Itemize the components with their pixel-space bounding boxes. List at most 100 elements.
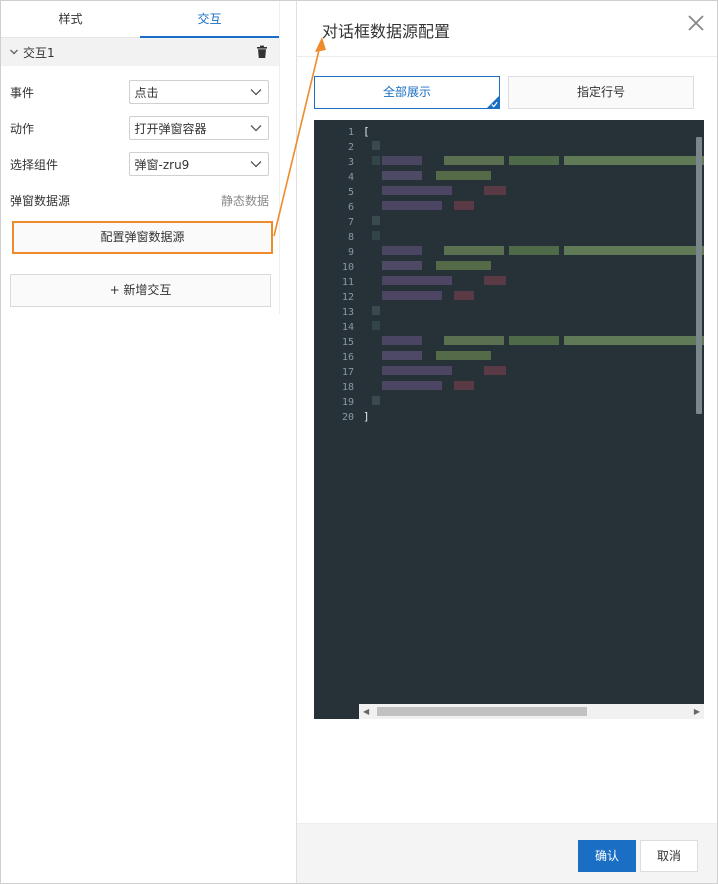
mode-line-number-button[interactable]: 指定行号 bbox=[508, 76, 694, 109]
line-number: 7 bbox=[347, 217, 354, 228]
tab-style[interactable]: 样式 bbox=[1, 1, 140, 37]
obscured-code-block bbox=[484, 186, 506, 195]
tab-interaction[interactable]: 交互 bbox=[140, 1, 279, 38]
scroll-left-icon[interactable]: ◀ bbox=[363, 707, 369, 716]
component-value: 弹窗-zru9 bbox=[134, 157, 190, 172]
line-number: 16 bbox=[341, 352, 354, 363]
obscured-code-block bbox=[382, 291, 442, 300]
component-label: 选择组件 bbox=[10, 157, 59, 172]
obscured-code-block bbox=[382, 336, 422, 345]
obscured-code-block bbox=[372, 156, 380, 165]
obscured-code-block bbox=[372, 141, 380, 150]
obscured-code-block bbox=[564, 336, 704, 345]
chevron-down-icon bbox=[250, 89, 262, 96]
obscured-code-block bbox=[372, 216, 380, 225]
datasource-label: 弹窗数据源 bbox=[10, 193, 71, 208]
obscured-code-block bbox=[372, 321, 380, 330]
open-bracket: [ bbox=[363, 125, 370, 138]
configure-datasource-button[interactable]: 配置弹窗数据源 bbox=[12, 221, 273, 254]
mode-show-all-label: 全部展示 bbox=[382, 85, 431, 99]
obscured-code-block bbox=[436, 351, 491, 360]
dialog-footer: 确认 取消 bbox=[297, 823, 717, 883]
horizontal-scrollbar[interactable]: ◀ ▶ bbox=[359, 704, 704, 719]
obscured-code-block bbox=[382, 171, 422, 180]
obscured-code-block bbox=[509, 336, 559, 345]
vertical-scrollbar[interactable] bbox=[696, 137, 702, 414]
obscured-code-block bbox=[436, 261, 491, 270]
obscured-code-block bbox=[509, 246, 559, 255]
line-number: 17 bbox=[341, 367, 354, 378]
panel-tabs: 样式 交互 bbox=[1, 1, 279, 38]
obscured-code-block bbox=[382, 276, 452, 285]
obscured-code-block bbox=[564, 156, 704, 165]
obscured-code-block bbox=[484, 276, 506, 285]
line-number: 10 bbox=[341, 262, 354, 273]
chevron-down-icon bbox=[250, 125, 262, 132]
line-number-gutter: 1 2 3 4 5 6 7 8 9 10 11 12 13 14 15 16 17 18 19 20 bbox=[314, 125, 358, 425]
line-number: 6 bbox=[347, 202, 354, 213]
mode-show-all-button[interactable]: 全部展示 bbox=[314, 76, 500, 109]
scroll-right-icon[interactable]: ▶ bbox=[694, 707, 700, 716]
obscured-code-block bbox=[564, 246, 704, 255]
dialog-title: 对话框数据源配置 bbox=[322, 22, 451, 41]
obscured-code-block bbox=[382, 186, 452, 195]
event-row: 事件 点击 bbox=[10, 80, 269, 104]
close-icon[interactable] bbox=[685, 12, 707, 34]
obscured-code-block bbox=[454, 381, 474, 390]
action-row: 动作 打开弹窗容器 bbox=[10, 116, 269, 140]
datasource-row: 弹窗数据源 静态数据 bbox=[10, 188, 269, 212]
line-number: 14 bbox=[341, 322, 354, 333]
obscured-code-block bbox=[382, 261, 422, 270]
confirm-button[interactable]: 确认 bbox=[578, 840, 636, 872]
line-number: 11 bbox=[341, 277, 354, 288]
trash-icon[interactable] bbox=[255, 45, 269, 59]
line-number: 19 bbox=[341, 397, 354, 408]
dialog-divider bbox=[297, 56, 717, 57]
datasource-dialog: 对话框数据源配置 全部展示 指定行号 1 2 3 4 5 6 7 8 9 10 11 12 13 14 15… bbox=[296, 1, 717, 883]
obscured-code-block bbox=[382, 201, 442, 210]
json-code-editor[interactable]: 1 2 3 4 5 6 7 8 9 10 11 12 13 14 15 16 17 18 19 20 [ ] ◀ ▶ bbox=[314, 120, 704, 719]
obscured-code-block bbox=[382, 381, 442, 390]
line-number: 4 bbox=[347, 172, 354, 183]
obscured-code-block bbox=[372, 306, 380, 315]
cancel-button[interactable]: 取消 bbox=[640, 840, 698, 872]
line-number: 1 bbox=[347, 127, 354, 138]
line-number: 9 bbox=[347, 247, 354, 258]
obscured-code-block bbox=[372, 231, 380, 240]
component-row: 选择组件 弹窗-zru9 bbox=[10, 152, 269, 176]
obscured-code-block bbox=[444, 246, 504, 255]
event-label: 事件 bbox=[10, 85, 35, 100]
obscured-code-block bbox=[484, 366, 506, 375]
action-label: 动作 bbox=[10, 121, 35, 136]
event-select[interactable]: 点击 bbox=[128, 80, 269, 104]
obscured-code-block bbox=[509, 156, 559, 165]
obscured-code-block bbox=[372, 396, 380, 405]
add-interaction-button[interactable]: + 新增交互 bbox=[10, 274, 271, 307]
obscured-code-block bbox=[436, 171, 491, 180]
line-number: 5 bbox=[347, 187, 354, 198]
obscured-code-block bbox=[382, 366, 452, 375]
action-select[interactable]: 打开弹窗容器 bbox=[128, 116, 269, 140]
event-value: 点击 bbox=[134, 85, 159, 100]
action-value: 打开弹窗容器 bbox=[134, 121, 207, 136]
obscured-code-block bbox=[382, 351, 422, 360]
obscured-code-block bbox=[382, 156, 422, 165]
section-title: 交互1 bbox=[23, 45, 55, 60]
line-number: 12 bbox=[341, 292, 354, 303]
component-select[interactable]: 弹窗-zru9 bbox=[128, 152, 269, 176]
properties-panel: 样式 交互 交互1 事件 点击 动作 打开弹窗容器 选择组件 弹窗-zru9 弹 bbox=[1, 1, 280, 314]
line-number: 20 bbox=[341, 412, 354, 423]
obscured-code-block bbox=[382, 246, 422, 255]
check-icon bbox=[491, 101, 498, 108]
line-number: 18 bbox=[341, 382, 354, 393]
close-bracket: ] bbox=[363, 410, 370, 423]
horizontal-scroll-thumb[interactable] bbox=[377, 707, 587, 716]
obscured-code-block bbox=[454, 201, 474, 210]
interaction-section-header[interactable]: 交互1 bbox=[1, 38, 279, 66]
chevron-down-icon bbox=[10, 49, 18, 55]
datasource-type: 静态数据 bbox=[220, 193, 269, 208]
mode-line-number-label: 指定行号 bbox=[576, 85, 625, 99]
obscured-code-block bbox=[454, 291, 474, 300]
chevron-down-icon bbox=[250, 161, 262, 168]
obscured-code-block bbox=[444, 156, 504, 165]
